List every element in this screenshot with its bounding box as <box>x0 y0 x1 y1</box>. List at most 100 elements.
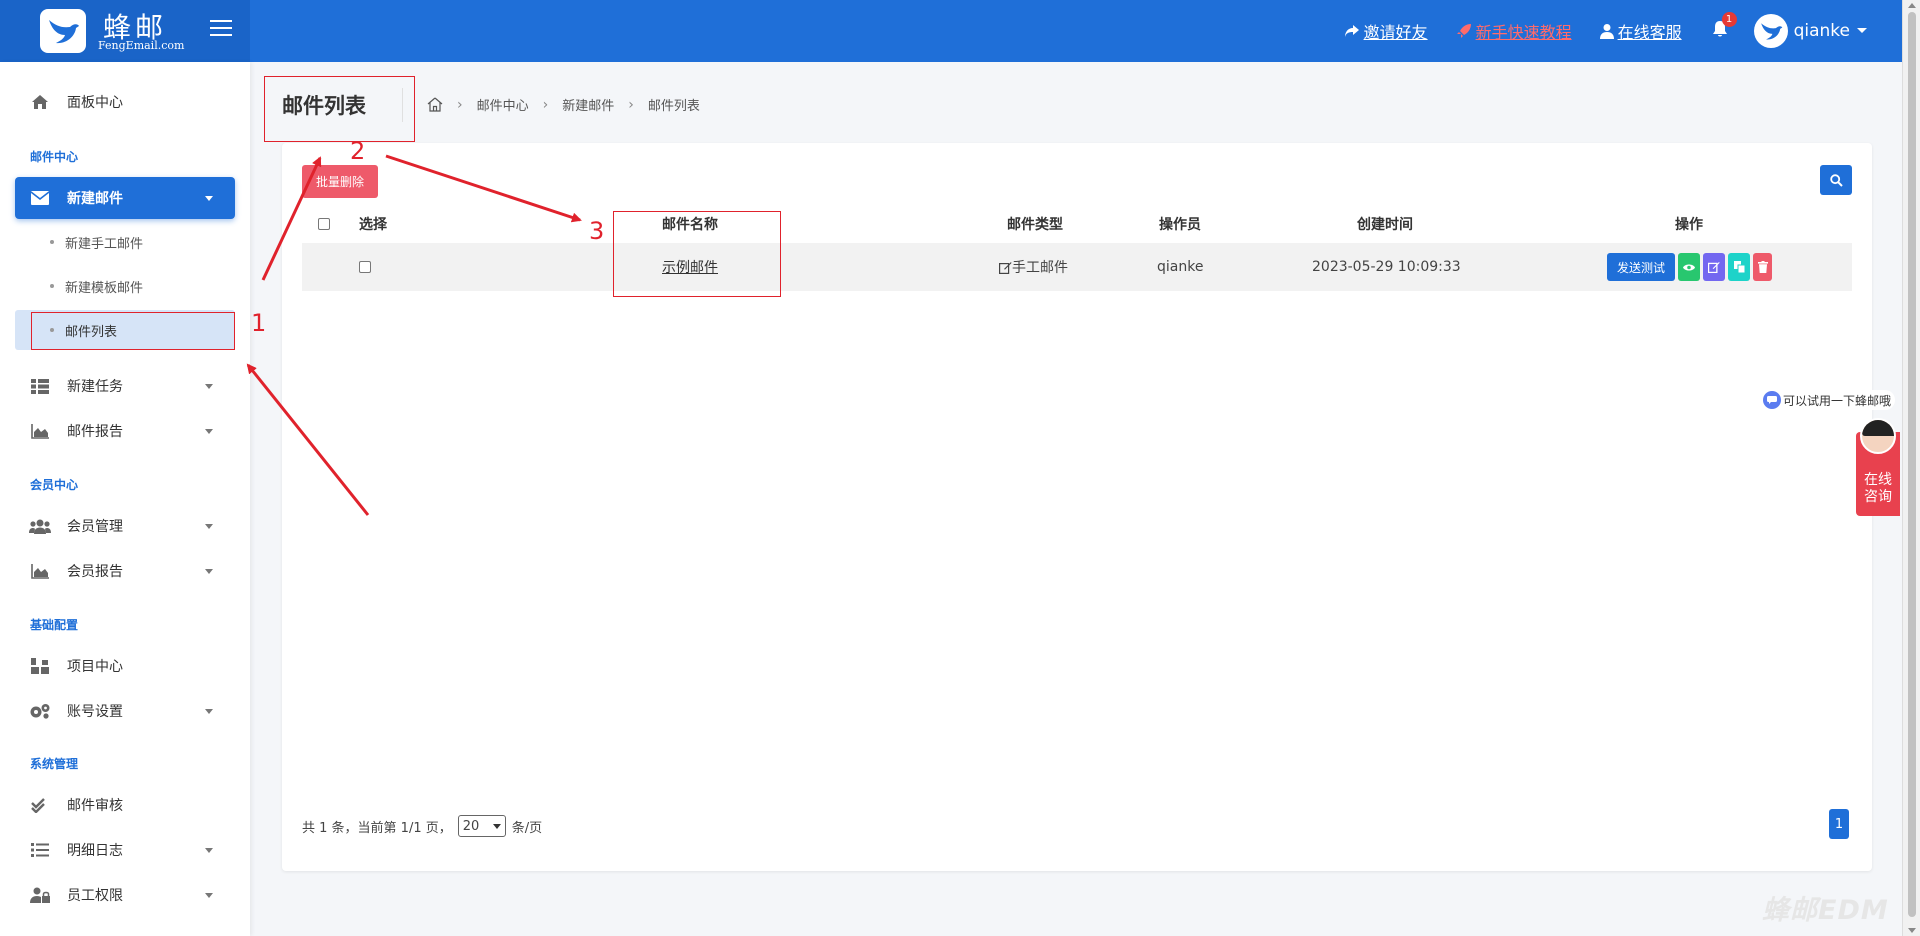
tutorial-label: 新手快速教程 <box>1475 23 1572 42</box>
breadcrumb-separator: › <box>457 96 463 113</box>
sidebar-item-label: 会员管理 <box>67 519 123 535</box>
mail-type-cell: 手工邮件 <box>999 243 1068 291</box>
user-icon <box>1599 24 1614 39</box>
sidebar-item-label: 面板中心 <box>67 95 123 111</box>
table-row: 示例邮件 手工邮件 qianke 2023-05-29 10:09:33 发送测… <box>302 243 1852 291</box>
trash-icon <box>1757 261 1768 273</box>
sidebar-item-mail-audit[interactable]: 邮件审核 <box>15 784 235 826</box>
operator-cell: qianke <box>1157 259 1204 275</box>
copy-button[interactable] <box>1728 253 1750 281</box>
chevron-down-icon <box>492 823 501 829</box>
user-menu[interactable]: qianke <box>1753 14 1868 48</box>
area-chart-icon <box>29 422 51 440</box>
sidebar-item-label: 新建任务 <box>67 379 123 395</box>
sidebar-item-account-settings[interactable]: 账号设置 <box>15 690 235 732</box>
online-consult-widget[interactable]: 在线 咨询 <box>1856 418 1900 516</box>
sidebar-item-dashboard[interactable]: 面板中心 <box>15 81 235 123</box>
edit-button[interactable] <box>1703 253 1725 281</box>
scroll-thumb[interactable] <box>1908 12 1916 917</box>
boxes-icon <box>29 657 51 675</box>
notification-bell[interactable]: 1 <box>1712 12 1737 42</box>
brand: 蜂邮 FengEmail.com <box>0 0 250 62</box>
try-chat-bubble[interactable]: 可以试用一下蜂邮哦 <box>1763 390 1896 410</box>
row-checkbox[interactable] <box>359 261 371 273</box>
users-icon <box>29 517 51 535</box>
send-test-button[interactable]: 发送测试 <box>1607 253 1675 281</box>
watermark: 蜂邮EDM <box>1762 895 1889 926</box>
double-check-icon <box>29 796 51 814</box>
mail-type-label: 手工邮件 <box>1012 260 1068 276</box>
online-support-link[interactable]: 在线客服 <box>1599 19 1682 43</box>
search-button[interactable] <box>1820 165 1852 195</box>
page-size-value: 20 <box>462 818 480 834</box>
copy-icon <box>1733 261 1745 273</box>
tutorial-link[interactable]: 新手快速教程 <box>1456 19 1572 43</box>
annotation-box-mail-list <box>31 312 235 350</box>
sidebar-item-new-mail[interactable]: 新建邮件 <box>15 177 235 219</box>
header-operator: 操作员 <box>1159 217 1201 233</box>
invite-friends-link[interactable]: 邀请好友 <box>1344 19 1428 43</box>
top-links: 邀请好友 新手快速教程 在线客服 1 qianke <box>1316 0 1868 62</box>
sidebar-item-project-center[interactable]: 项目中心 <box>15 645 235 687</box>
eye-icon <box>1683 264 1695 270</box>
caret-down-icon <box>205 429 213 434</box>
sidebar-item-label: 邮件审核 <box>67 798 123 814</box>
sidebar-item-staff-permission[interactable]: 员工权限 <box>15 874 235 916</box>
sidebar-subitem-manual-mail[interactable]: 新建手工邮件 <box>15 222 235 262</box>
caret-down-icon <box>205 569 213 574</box>
search-icon <box>1829 173 1843 187</box>
sidebar-item-label: 账号设置 <box>67 704 123 720</box>
breadcrumb-item[interactable]: 邮件中心 <box>477 95 529 114</box>
row-select-cell <box>359 243 371 291</box>
rocket-icon <box>1456 24 1471 38</box>
pagination-summary: 共 1 条，当前第 1/1 页， <box>302 820 452 836</box>
menu-toggle-icon[interactable] <box>210 20 232 40</box>
sidebar-item-member-manage[interactable]: 会员管理 <box>15 505 235 547</box>
sidebar-subitem-template-mail[interactable]: 新建模板邮件 <box>15 266 235 306</box>
breadcrumb: › 邮件中心 › 新建邮件 › 邮件列表 <box>427 95 700 114</box>
scroll-up-icon[interactable] <box>1908 3 1916 8</box>
delete-button[interactable] <box>1753 253 1772 281</box>
home-icon[interactable] <box>427 97 443 112</box>
preview-button[interactable] <box>1678 253 1700 281</box>
annotation-number-2: 2 <box>350 137 366 165</box>
sidebar-item-detail-log[interactable]: 明细日志 <box>15 829 235 871</box>
top-bar: 蜂邮 FengEmail.com 邀请好友 新手快速教程 在线客服 1 qian… <box>0 0 1902 62</box>
annotation-number-3: 3 <box>589 217 605 245</box>
page-number-current[interactable]: 1 <box>1829 809 1849 839</box>
edit-icon <box>999 261 1012 274</box>
section-label-mail: 邮件中心 <box>30 150 79 164</box>
page-size-select[interactable]: 20 <box>457 815 506 837</box>
sidebar-item-label: 明细日志 <box>67 843 123 859</box>
caret-down-icon <box>205 709 213 714</box>
header-created: 创建时间 <box>1357 217 1413 233</box>
table-header: 选择 邮件名称 邮件类型 操作员 创建时间 操作 <box>302 205 1852 243</box>
sidebar: 面板中心 邮件中心 新建邮件 新建手工邮件 新建模板邮件 邮件列表 新建任务 邮… <box>0 62 250 936</box>
online-consult-label: 在线 咨询 <box>1856 472 1900 506</box>
breadcrumb-item[interactable]: 新建邮件 <box>562 95 614 114</box>
brand-subtitle: FengEmail.com <box>98 39 185 52</box>
select-all-cell <box>318 205 330 243</box>
username: qianke <box>1793 21 1850 41</box>
sidebar-item-mail-report[interactable]: 邮件报告 <box>15 410 235 452</box>
bird-logo-icon[interactable] <box>40 9 86 53</box>
scroll-down-icon[interactable] <box>1908 928 1916 933</box>
home-icon <box>29 93 51 111</box>
header-actions: 操作 <box>1675 217 1703 233</box>
sidebar-item-label: 项目中心 <box>67 659 123 675</box>
caret-down-icon <box>205 893 213 898</box>
sidebar-item-new-task[interactable]: 新建任务 <box>15 365 235 407</box>
sidebar-item-label: 会员报告 <box>67 564 123 580</box>
section-label-member: 会员中心 <box>30 478 79 492</box>
section-label-base: 基础配置 <box>30 618 79 632</box>
bulk-delete-button[interactable]: 批量删除 <box>302 165 378 198</box>
breadcrumb-item: 邮件列表 <box>647 99 700 114</box>
annotation-number-1: 1 <box>251 309 267 337</box>
envelope-icon <box>29 189 51 207</box>
gears-icon <box>29 702 51 720</box>
created-cell: 2023-05-29 10:09:33 <box>1312 259 1461 275</box>
sidebar-item-member-report[interactable]: 会员报告 <box>15 550 235 592</box>
action-buttons: 发送测试 <box>1607 243 1775 291</box>
select-all-checkbox[interactable] <box>318 218 330 230</box>
page-scrollbar[interactable] <box>1902 0 1920 936</box>
